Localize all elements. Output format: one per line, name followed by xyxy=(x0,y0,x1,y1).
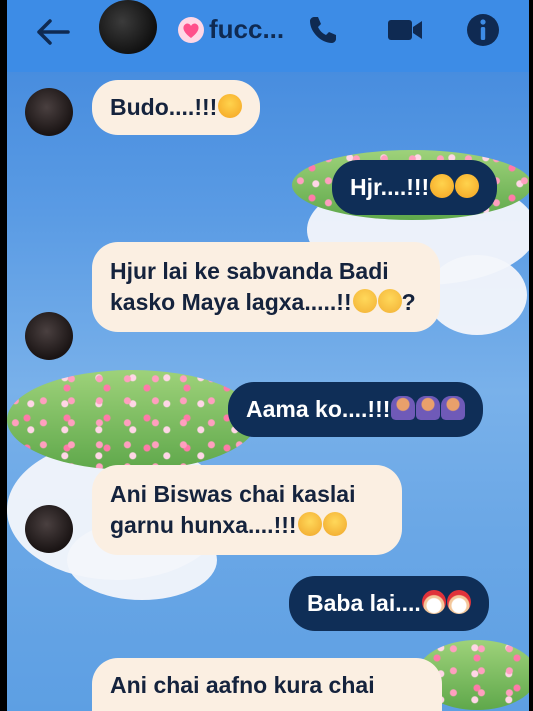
pleading-emoji-icon xyxy=(297,512,322,536)
message-text: Aama ko....!!! xyxy=(246,396,391,422)
message-text: Hjur lai ke sabvanda Badi kasko Maya lag… xyxy=(110,258,389,315)
contact-name: fucc... xyxy=(209,14,285,44)
back-arrow-icon xyxy=(37,19,70,45)
sender-avatar[interactable] xyxy=(25,88,73,136)
cloud-decoration xyxy=(427,255,527,335)
info-button[interactable] xyxy=(463,10,503,50)
message-incoming[interactable]: Ani chai aafno kura chai xyxy=(92,658,442,711)
message-text: Budo....!!! xyxy=(110,94,218,120)
video-camera-icon xyxy=(388,20,422,40)
message-outgoing[interactable]: Baba lai.... xyxy=(289,576,489,631)
sender-avatar[interactable] xyxy=(25,505,73,553)
person-tipping-hand-emoji-icon xyxy=(416,396,441,420)
back-button[interactable] xyxy=(33,12,73,52)
info-icon xyxy=(467,14,499,46)
sender-avatar[interactable] xyxy=(25,312,73,360)
heart-icon xyxy=(178,16,204,43)
message-suffix: ? xyxy=(401,289,416,315)
kiss-emoji-icon xyxy=(455,174,480,198)
voice-call-button[interactable] xyxy=(303,10,343,50)
kiss-emoji-icon xyxy=(218,94,243,118)
contact-name-block[interactable]: fucc... xyxy=(177,14,284,45)
message-outgoing[interactable]: Aama ko....!!! xyxy=(228,382,484,437)
flushed-emoji-icon xyxy=(322,512,347,536)
person-tipping-hand-emoji-icon xyxy=(441,396,466,420)
contact-avatar[interactable] xyxy=(99,0,157,54)
message-outgoing[interactable]: Hjr....!!! xyxy=(332,160,498,215)
pensive-emoji-icon xyxy=(377,289,402,313)
floating-island-decoration xyxy=(7,370,257,470)
message-incoming[interactable]: Hjur lai ke sabvanda Badi kasko Maya lag… xyxy=(92,242,440,332)
santa-emoji-icon xyxy=(446,590,471,614)
person-tipping-hand-emoji-icon xyxy=(391,396,416,420)
message-text: Ani chai aafno kura chai xyxy=(110,672,375,698)
message-incoming[interactable]: Budo....!!! xyxy=(92,80,261,135)
message-incoming[interactable]: Ani Biswas chai kaslai garnu hunxa....!!… xyxy=(92,465,402,555)
kiss-emoji-icon xyxy=(430,174,455,198)
pensive-emoji-icon xyxy=(352,289,377,313)
message-text: Hjr....!!! xyxy=(350,174,430,200)
phone-icon xyxy=(310,17,336,43)
video-call-button[interactable] xyxy=(385,10,425,50)
message-text: Baba lai.... xyxy=(307,590,421,616)
chat-screen: fucc... Budo....!!! Hjr....!!! Hjur lai … xyxy=(7,0,529,711)
chat-header: fucc... xyxy=(7,0,529,72)
santa-emoji-icon xyxy=(421,590,446,614)
